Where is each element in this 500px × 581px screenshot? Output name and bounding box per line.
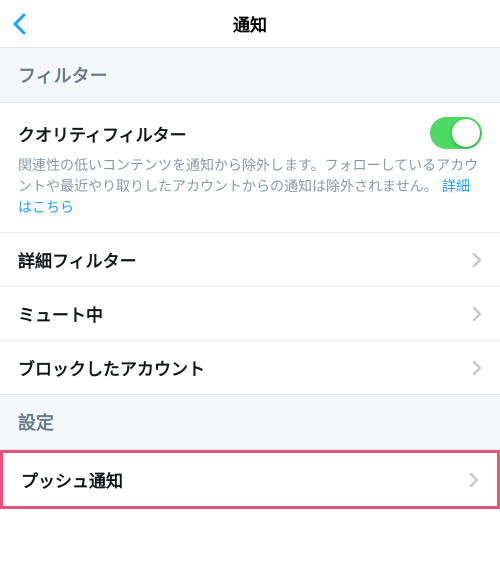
- quality-filter-label: クオリティフィルター: [18, 121, 187, 146]
- chevron-left-icon: [12, 13, 26, 35]
- highlight-annotation: プッシュ通知: [0, 450, 500, 509]
- chevron-right-icon: [472, 306, 482, 322]
- chevron-right-icon: [472, 252, 482, 268]
- quality-filter-toggle[interactable]: [430, 117, 482, 149]
- quality-filter-row: クオリティフィルター: [0, 103, 500, 155]
- section-header-filter: フィルター: [0, 48, 500, 103]
- header-bar: 通知: [0, 0, 500, 48]
- back-button[interactable]: [12, 13, 26, 35]
- row-label: 詳細フィルター: [18, 247, 137, 272]
- chevron-right-icon: [469, 472, 479, 488]
- row-label: ブロックしたアカウント: [18, 355, 205, 380]
- push-notifications-row[interactable]: プッシュ通知: [3, 453, 497, 506]
- muted-row[interactable]: ミュート中: [0, 287, 500, 341]
- row-label: ミュート中: [18, 301, 103, 326]
- section-header-settings: 設定: [0, 395, 500, 450]
- blocked-accounts-row[interactable]: ブロックしたアカウント: [0, 341, 500, 395]
- quality-filter-description: 関連性の低いコンテンツを通知から除外します。フォローしているアカウントや最近やり…: [18, 157, 478, 194]
- row-label: プッシュ通知: [21, 467, 123, 492]
- page-title: 通知: [233, 11, 267, 36]
- toggle-knob: [452, 119, 480, 147]
- advanced-filter-row[interactable]: 詳細フィルター: [0, 233, 500, 287]
- chevron-right-icon: [472, 360, 482, 376]
- quality-filter-description-row: 関連性の低いコンテンツを通知から除外します。フォローしているアカウントや最近やり…: [0, 155, 500, 233]
